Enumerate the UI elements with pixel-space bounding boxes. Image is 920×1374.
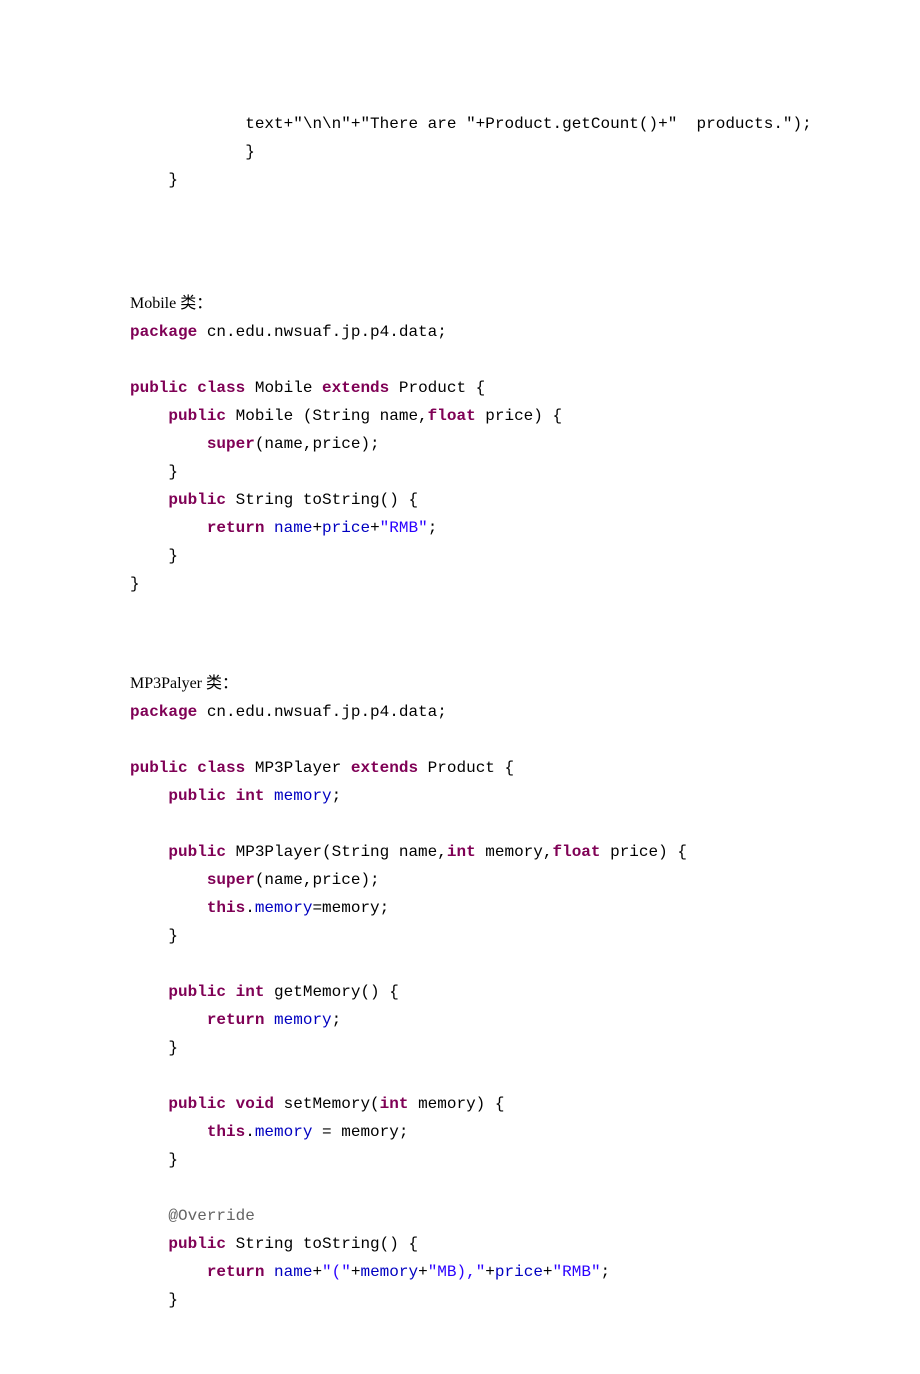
keyword-return: return xyxy=(207,519,265,537)
top-code-snippet: text+"\n\n"+"There are "+Product.getCoun… xyxy=(130,110,790,194)
code-text: (name,price); xyxy=(255,871,380,889)
string-literal: "MB)," xyxy=(428,1263,486,1281)
code-text: } xyxy=(245,143,255,161)
keyword-int: int xyxy=(236,787,265,805)
field-memory: memory xyxy=(274,1011,332,1029)
field-memory: memory xyxy=(360,1263,418,1281)
keyword-public: public xyxy=(168,407,226,425)
code-text: + xyxy=(485,1263,495,1281)
document-page: text+"\n\n"+"There are "+Product.getCoun… xyxy=(0,0,920,1374)
code-text: ; xyxy=(332,787,342,805)
code-text: + xyxy=(312,1263,322,1281)
code-text: Product { xyxy=(418,759,514,777)
field-memory: memory xyxy=(274,787,332,805)
mp3-code-block: package cn.edu.nwsuaf.jp.p4.data; public… xyxy=(130,698,790,1314)
keyword-class: class xyxy=(197,759,245,777)
code-text: (name,price); xyxy=(255,435,380,453)
keyword-class: class xyxy=(197,379,245,397)
code-text: cn.edu.nwsuaf.jp.p4.data; xyxy=(197,703,447,721)
keyword-int: int xyxy=(380,1095,409,1113)
keyword-public: public xyxy=(168,491,226,509)
keyword-int: int xyxy=(236,983,265,1001)
code-text: memory, xyxy=(476,843,553,861)
keyword-package: package xyxy=(130,703,197,721)
keyword-super: super xyxy=(207,435,255,453)
keyword-return: return xyxy=(207,1011,265,1029)
keyword-public: public xyxy=(168,843,226,861)
keyword-extends: extends xyxy=(322,379,389,397)
code-text: "There are " xyxy=(360,115,475,133)
keyword-this: this xyxy=(207,899,245,917)
keyword-public: public xyxy=(168,1235,226,1253)
code-text: } xyxy=(168,547,178,565)
keyword-public: public xyxy=(168,787,226,805)
code-text: text+ xyxy=(245,115,293,133)
code-text: } xyxy=(168,171,178,189)
field-name: name xyxy=(274,1263,312,1281)
code-text: =memory; xyxy=(312,899,389,917)
code-text: memory) { xyxy=(408,1095,504,1113)
code-text: MP3Player xyxy=(245,759,351,777)
keyword-this: this xyxy=(207,1123,245,1141)
keyword-package: package xyxy=(130,323,197,341)
code-text: . xyxy=(245,899,255,917)
field-price: price xyxy=(322,519,370,537)
code-text: +Product.getCount()+ xyxy=(476,115,668,133)
mp3-section-label: MP3Palyer 类： xyxy=(130,670,790,698)
keyword-extends: extends xyxy=(351,759,418,777)
mobile-section-label: Mobile 类： xyxy=(130,290,790,318)
code-text: cn.edu.nwsuaf.jp.p4.data; xyxy=(197,323,447,341)
code-text: ; xyxy=(428,519,438,537)
code-text: . xyxy=(245,1123,255,1141)
keyword-void: void xyxy=(236,1095,274,1113)
code-text: + xyxy=(351,115,361,133)
code-text: price) { xyxy=(601,843,687,861)
field-price: price xyxy=(495,1263,543,1281)
code-text: ; xyxy=(601,1263,611,1281)
keyword-int: int xyxy=(447,843,476,861)
string-literal: "RMB" xyxy=(380,519,428,537)
code-text: } xyxy=(168,463,178,481)
code-text: String toString() { xyxy=(226,491,418,509)
string-literal: "(" xyxy=(322,1263,351,1281)
annotation-override: @Override xyxy=(168,1207,254,1225)
code-text: setMemory( xyxy=(274,1095,380,1113)
code-text: } xyxy=(168,927,178,945)
code-text: } xyxy=(130,575,140,593)
mobile-code-block: package cn.edu.nwsuaf.jp.p4.data; public… xyxy=(130,318,790,598)
code-text: price) { xyxy=(476,407,562,425)
keyword-public: public xyxy=(168,983,226,1001)
code-text: } xyxy=(168,1039,178,1057)
code-text: + xyxy=(418,1263,428,1281)
keyword-float: float xyxy=(552,843,600,861)
string-literal: "RMB" xyxy=(553,1263,601,1281)
keyword-public: public xyxy=(168,1095,226,1113)
code-text: getMemory() { xyxy=(264,983,398,1001)
keyword-public: public xyxy=(130,379,188,397)
keyword-public: public xyxy=(130,759,188,777)
field-memory: memory xyxy=(255,899,313,917)
code-text: + xyxy=(312,519,322,537)
field-name: name xyxy=(274,519,312,537)
code-text: " products." xyxy=(668,115,793,133)
keyword-float: float xyxy=(428,407,476,425)
code-text: String toString() { xyxy=(226,1235,418,1253)
code-text: } xyxy=(168,1291,178,1309)
code-text: "\n\n" xyxy=(293,115,351,133)
keyword-super: super xyxy=(207,871,255,889)
code-text: + xyxy=(543,1263,553,1281)
field-memory: memory xyxy=(255,1123,313,1141)
keyword-return: return xyxy=(207,1263,265,1281)
code-text: Product { xyxy=(389,379,485,397)
code-text: = memory; xyxy=(312,1123,408,1141)
code-text: MP3Player(String name, xyxy=(226,843,447,861)
code-text: ); xyxy=(793,115,812,133)
code-text: } xyxy=(168,1151,178,1169)
code-text: + xyxy=(370,519,380,537)
code-text: Mobile xyxy=(245,379,322,397)
code-text: Mobile (String name, xyxy=(226,407,428,425)
code-text: ; xyxy=(332,1011,342,1029)
